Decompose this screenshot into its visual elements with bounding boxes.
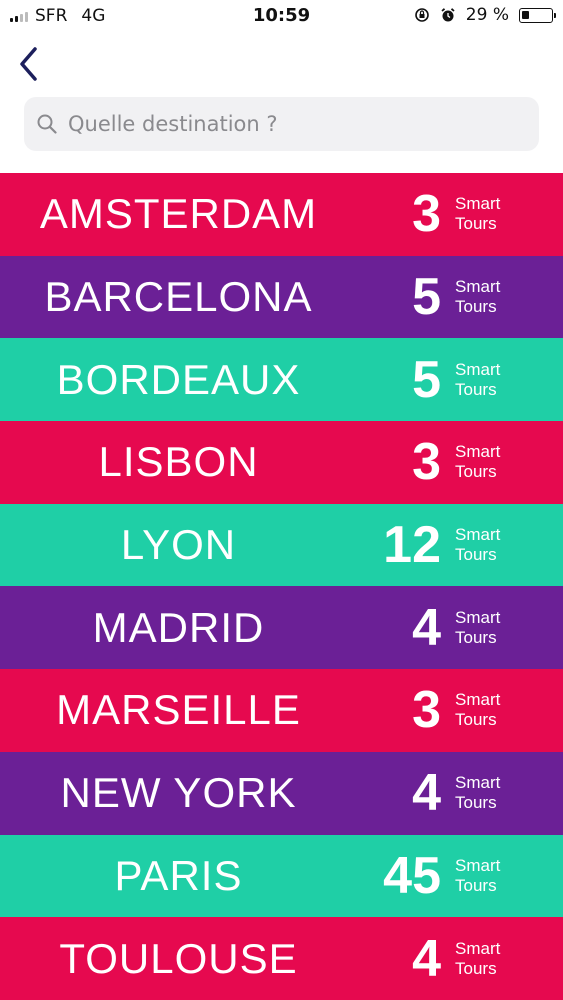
tours-label: Tours: [455, 379, 497, 399]
destination-city: BORDEAUX: [56, 355, 301, 403]
destination-row-marseille[interactable]: MARSEILLE 3 Smart Tours: [0, 669, 563, 752]
destination-city: PARIS: [114, 851, 243, 899]
tours-label: Tours: [455, 214, 497, 234]
tours-label: Tours: [455, 627, 497, 647]
battery-icon: [519, 7, 556, 23]
tour-count: 3: [412, 185, 441, 244]
destination-row-toulouse[interactable]: TOULOUSE 4 Smart Tours: [0, 917, 563, 1000]
battery-percent: 29 %: [465, 5, 509, 25]
smart-tours-label: Smart Tours: [455, 442, 500, 482]
smart-label: Smart: [455, 773, 501, 793]
destination-city: TOULOUSE: [59, 934, 298, 982]
smart-label: Smart: [455, 277, 501, 297]
tour-count: 3: [412, 433, 441, 492]
destination-row-barcelona[interactable]: BARCELONA 5 Smart Tours: [0, 255, 563, 339]
search-icon: [37, 114, 57, 134]
tour-count: 12: [383, 516, 441, 575]
tours-label: Tours: [455, 958, 497, 978]
tour-count: 4: [412, 598, 441, 657]
smart-label: Smart: [455, 359, 501, 379]
smart-tours-label: Smart Tours: [455, 856, 500, 896]
smart-label: Smart: [455, 855, 501, 875]
tours-label: Tours: [455, 545, 497, 565]
orientation-lock-icon: [414, 8, 429, 22]
destination-row-madrid[interactable]: MADRID 4 Smart Tours: [0, 586, 563, 670]
tours-label: Tours: [455, 710, 497, 730]
smart-label: Smart: [455, 690, 501, 710]
destination-row-paris[interactable]: PARIS 45 Smart Tours: [0, 834, 563, 918]
destination-city: LISBON: [98, 438, 259, 486]
search-input[interactable]: [68, 112, 508, 136]
back-button[interactable]: [10, 44, 46, 84]
destination-city: LYON: [120, 521, 237, 569]
search-bar[interactable]: [24, 97, 539, 151]
smart-label: Smart: [455, 194, 501, 214]
destination-city: MADRID: [92, 603, 265, 651]
smart-label: Smart: [455, 607, 501, 627]
status-right: 29 %: [414, 5, 556, 25]
destination-row-lyon[interactable]: LYON 12 Smart Tours: [0, 503, 563, 587]
smart-label: Smart: [455, 938, 501, 958]
smart-tours-label: Smart Tours: [455, 608, 500, 648]
destination-city: AMSTERDAM: [39, 190, 318, 238]
tour-count: 4: [412, 929, 441, 988]
tours-label: Tours: [455, 297, 497, 317]
tour-count: 5: [412, 350, 441, 409]
tour-count: 3: [412, 681, 441, 740]
smart-label: Smart: [455, 525, 501, 545]
tours-label: Tours: [455, 875, 497, 895]
destination-row-lisbon[interactable]: LISBON 3 Smart Tours: [0, 421, 563, 504]
destination-city: BARCELONA: [44, 273, 313, 321]
smart-tours-label: Smart Tours: [455, 277, 500, 317]
alarm-icon: [441, 8, 455, 22]
smart-tours-label: Smart Tours: [455, 690, 500, 730]
smart-tours-label: Smart Tours: [455, 525, 500, 565]
smart-label: Smart: [455, 442, 501, 462]
tour-count: 4: [412, 764, 441, 823]
smart-tours-label: Smart Tours: [455, 773, 500, 813]
destination-row-new-york[interactable]: NEW YORK 4 Smart Tours: [0, 751, 563, 835]
destination-row-bordeaux[interactable]: BORDEAUX 5 Smart Tours: [0, 338, 563, 422]
chevron-left-icon: [20, 47, 37, 81]
tour-count: 45: [383, 846, 441, 905]
destination-row-amsterdam[interactable]: AMSTERDAM 3 Smart Tours: [0, 173, 563, 256]
smart-tours-label: Smart Tours: [455, 360, 500, 400]
smart-tours-label: Smart Tours: [455, 194, 500, 234]
destination-list: AMSTERDAM 3 Smart Tours BARCELONA 5 Smart Tours…: [0, 173, 563, 1000]
destination-city: MARSEILLE: [56, 686, 301, 734]
tours-label: Tours: [455, 462, 497, 482]
status-bar: SFR 4G 10:59 29 %: [0, 0, 563, 32]
tours-label: Tours: [455, 793, 497, 813]
tour-count: 5: [412, 268, 441, 327]
smart-tours-label: Smart Tours: [455, 939, 500, 979]
destination-city: NEW YORK: [60, 769, 297, 817]
